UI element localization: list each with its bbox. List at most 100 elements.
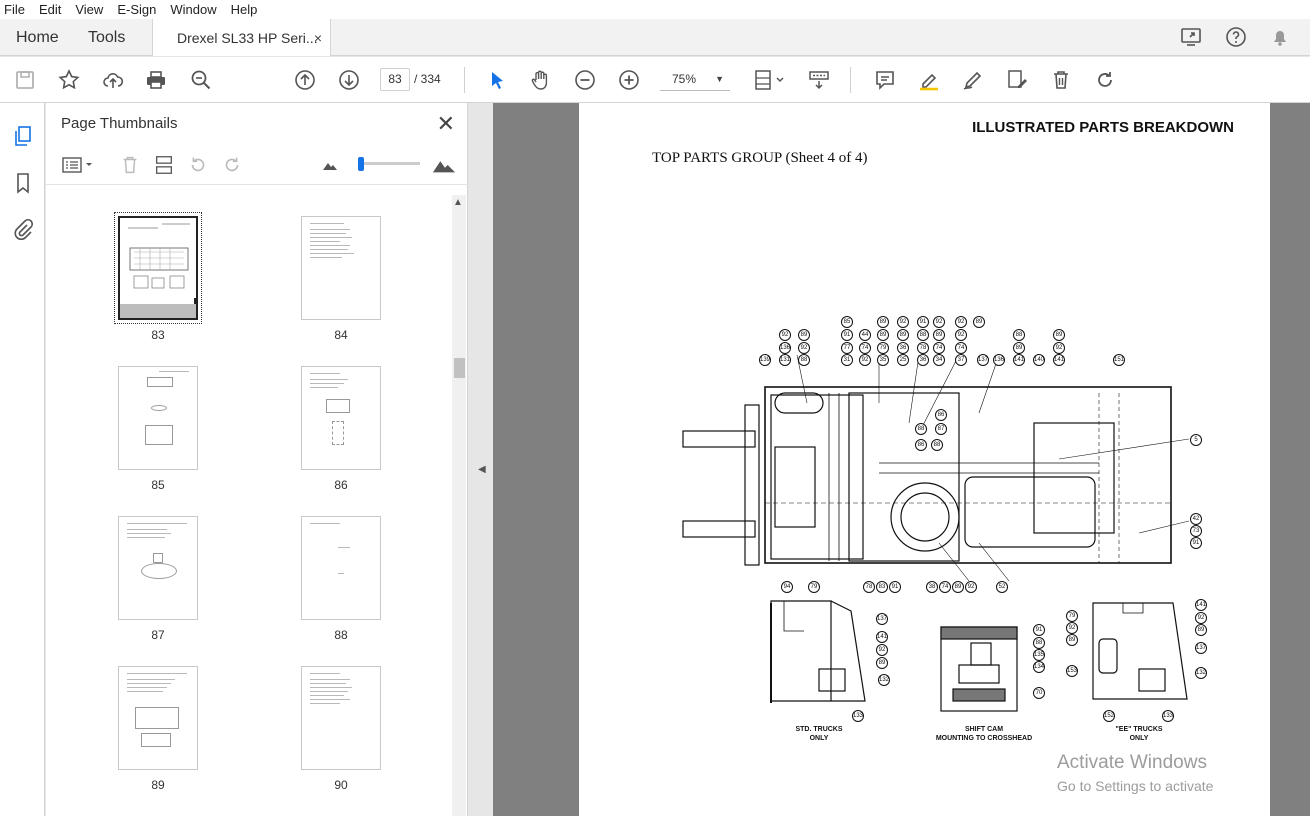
bookmark-star-icon[interactable] xyxy=(56,67,82,93)
callout-number: 92 xyxy=(798,342,810,354)
scrollbar-thumb[interactable] xyxy=(454,358,465,378)
callout-number: 137 xyxy=(1195,642,1207,654)
bookmarks-icon[interactable] xyxy=(10,170,36,196)
zoom-level-select[interactable]: 75% ▼ xyxy=(660,68,730,91)
menu-window[interactable]: Window xyxy=(170,2,216,17)
close-tab-icon[interactable]: × xyxy=(314,30,322,46)
thumbnail-page[interactable] xyxy=(301,516,381,620)
navigation-rail xyxy=(0,103,45,816)
zoom-out-icon[interactable] xyxy=(572,67,598,93)
callout-number: 89 xyxy=(933,329,945,341)
hand-tool-icon[interactable] xyxy=(528,67,554,93)
callout-number: 141 xyxy=(876,631,888,643)
thumbnail-page[interactable] xyxy=(301,366,381,470)
thumbnail-page[interactable] xyxy=(118,516,198,620)
draw-pen-icon[interactable] xyxy=(960,67,986,93)
callout-number: 89 xyxy=(952,581,964,593)
caption-line: STD. TRUCKS xyxy=(795,726,843,733)
save-icon[interactable] xyxy=(12,67,38,93)
help-icon[interactable] xyxy=(1224,25,1248,49)
smaller-thumbnails-icon[interactable] xyxy=(318,153,342,177)
callout-number: 89 xyxy=(973,316,985,328)
scroll-up-arrow-icon[interactable]: ▲ xyxy=(453,197,463,208)
edit-text-icon[interactable] xyxy=(1004,67,1030,93)
callout-number: 37 xyxy=(955,354,967,366)
callout-number: 36 xyxy=(897,342,909,354)
callout-number: 89 xyxy=(897,329,909,341)
callout-number: 91 xyxy=(889,581,901,593)
previous-page-icon[interactable] xyxy=(292,67,318,93)
callout-number: 134 xyxy=(1033,661,1045,673)
highlight-pen-icon[interactable] xyxy=(916,67,942,93)
thumbnails-scrollbar[interactable] xyxy=(452,195,466,816)
callout-number: 74 xyxy=(955,342,967,354)
callout-number: 36 xyxy=(917,354,929,366)
page-display-icon[interactable] xyxy=(752,67,788,93)
redo-icon[interactable] xyxy=(1092,67,1118,93)
document-view[interactable]: ILLUSTRATED PARTS BREAKDOWN TOP PARTS GR… xyxy=(493,103,1310,816)
thumbnail-page[interactable] xyxy=(301,216,381,320)
scroll-mode-icon[interactable] xyxy=(806,67,832,93)
thumbnail-label: 87 xyxy=(151,628,165,642)
callout-number: 92 xyxy=(897,316,909,328)
callout-number: 133 xyxy=(1162,710,1174,722)
callout-number: 79 xyxy=(1066,610,1078,622)
thumbnail-page[interactable] xyxy=(114,212,202,324)
callout-number: 92 xyxy=(955,316,967,328)
chevron-down-icon: ▼ xyxy=(715,74,724,84)
delete-page-icon[interactable] xyxy=(118,153,142,177)
callout-number: 89 xyxy=(1053,329,1065,341)
callout-number: 88 xyxy=(1013,329,1025,341)
thumbnail-size-slider[interactable] xyxy=(358,162,420,165)
menu-edit[interactable]: Edit xyxy=(39,2,61,17)
thumbnail-label: 88 xyxy=(334,628,348,642)
zoom-search-icon[interactable] xyxy=(188,67,214,93)
close-panel-icon[interactable]: ✕ xyxy=(437,111,455,137)
thumbnail-size-slider-handle[interactable] xyxy=(358,157,364,171)
callout-number: 151 xyxy=(1113,354,1125,366)
callout-number: 91 xyxy=(917,316,929,328)
menu-esign[interactable]: E-Sign xyxy=(117,2,156,17)
callout-number: 88 xyxy=(798,354,810,366)
thumbnail-label: 89 xyxy=(151,778,165,792)
page-thumbnails-icon[interactable] xyxy=(10,123,36,149)
tab-document[interactable]: Drexel SL33 HP Seri... × xyxy=(152,19,331,56)
tab-home[interactable]: Home xyxy=(16,19,59,56)
callout-number: 52 xyxy=(996,581,1008,593)
comment-icon[interactable] xyxy=(872,67,898,93)
callout-number: 35 xyxy=(877,354,889,366)
thumbnail-page[interactable] xyxy=(301,666,381,770)
rotate-left-icon[interactable] xyxy=(186,153,210,177)
thumbnails-toolbar xyxy=(46,145,468,185)
tab-tools[interactable]: Tools xyxy=(88,19,125,56)
callout-number: 5 xyxy=(1190,434,1202,446)
pdf-page: ILLUSTRATED PARTS BREAKDOWN TOP PARTS GR… xyxy=(579,103,1270,816)
menu-help[interactable]: Help xyxy=(231,2,258,17)
print-icon[interactable] xyxy=(143,67,169,93)
menu-file[interactable]: File xyxy=(4,2,25,17)
insert-page-icon[interactable] xyxy=(152,153,176,177)
panel-title: Page Thumbnails xyxy=(61,115,178,132)
collapse-panel-arrow-icon[interactable]: ◀ xyxy=(478,464,486,475)
callout-number: 38 xyxy=(926,581,938,593)
callout-number: 140 xyxy=(1033,354,1045,366)
page-number-input[interactable]: 83 xyxy=(380,68,410,91)
callout-number: 89 xyxy=(877,329,889,341)
thumbnail-page[interactable] xyxy=(118,666,198,770)
upload-cloud-icon[interactable] xyxy=(100,67,126,93)
next-page-icon[interactable] xyxy=(336,67,362,93)
document-tab-title: Drexel SL33 HP Seri... xyxy=(177,29,318,46)
attachments-paperclip-icon[interactable] xyxy=(10,216,36,242)
thumbnail-options-icon[interactable] xyxy=(60,153,96,177)
notifications-bell-icon[interactable] xyxy=(1268,25,1292,49)
share-screen-icon[interactable] xyxy=(1180,25,1204,49)
callout-number: 152 xyxy=(1103,710,1115,722)
rotate-right-icon[interactable] xyxy=(220,153,244,177)
larger-thumbnails-icon[interactable] xyxy=(432,153,456,177)
delete-trash-icon[interactable] xyxy=(1048,67,1074,93)
thumbnail-page[interactable] xyxy=(118,366,198,470)
select-cursor-icon[interactable] xyxy=(484,67,510,93)
zoom-in-icon[interactable] xyxy=(616,67,642,93)
menu-view[interactable]: View xyxy=(75,2,103,17)
callout-number: 141 xyxy=(1013,354,1025,366)
